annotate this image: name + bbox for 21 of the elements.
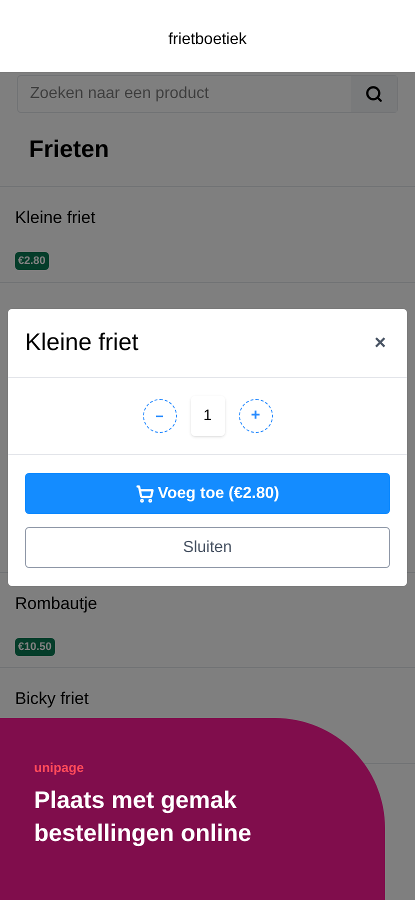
brand-logo: unipage bbox=[34, 759, 85, 777]
decrease-button[interactable]: − bbox=[142, 399, 176, 433]
search-bar[interactable]: Zoeken naar een product bbox=[17, 75, 398, 113]
search-icon bbox=[365, 85, 383, 103]
close-button[interactable]: × bbox=[370, 328, 390, 358]
cart-icon bbox=[136, 484, 154, 502]
category-title: Frieten bbox=[29, 134, 110, 164]
header-title: frietboetiek bbox=[168, 30, 247, 50]
banner-headline: Plaats met gemak bestellingen online bbox=[34, 786, 252, 848]
increase-button[interactable]: + bbox=[238, 399, 272, 433]
search-field[interactable]: Zoeken naar een product bbox=[18, 76, 351, 112]
product-name[interactable]: Bicky friet bbox=[15, 686, 400, 712]
quantity-field[interactable]: 1 bbox=[190, 396, 224, 436]
dialog-title: Kleine friet bbox=[25, 328, 138, 358]
add-to-cart-button[interactable]: Voeg toe (€2.80) bbox=[25, 473, 390, 514]
product-name[interactable]: Kleine friet bbox=[15, 205, 400, 230]
price-badge: €10.50 bbox=[15, 638, 55, 656]
close-dialog-button[interactable]: Sluiten bbox=[25, 527, 390, 568]
price-badge: €2.80 bbox=[15, 252, 49, 270]
search-button[interactable] bbox=[351, 76, 397, 112]
product-name[interactable]: Rombautje bbox=[15, 591, 400, 616]
